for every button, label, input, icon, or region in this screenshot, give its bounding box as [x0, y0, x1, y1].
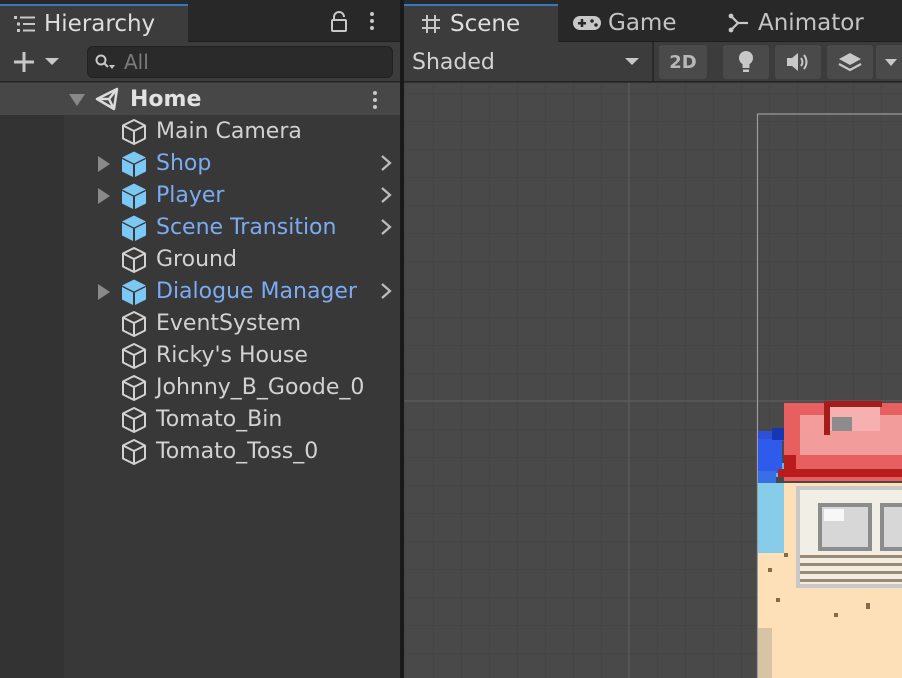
collapsed-arrow-icon[interactable] [97, 155, 111, 173]
dropdown-arrow-icon [45, 58, 59, 65]
house-sprite [758, 401, 902, 678]
hierarchy-item[interactable]: Shop [0, 147, 400, 179]
scene-name: Home [130, 86, 202, 112]
gameobject-cube-icon [122, 439, 146, 465]
hierarchy-item-label: Tomato_Bin [156, 406, 283, 432]
tab-hierarchy[interactable]: Hierarchy [0, 4, 188, 42]
hierarchy-tab-bar: Hierarchy [0, 0, 400, 42]
scene-tab-bar: Scene Game Animator [404, 0, 902, 42]
scene-toolbar: Shaded 2D [404, 42, 902, 82]
gameobject-cube-icon [122, 343, 146, 369]
hierarchy-item[interactable]: Johnny_B_Goode_0 [0, 371, 400, 403]
light-bulb-icon [739, 51, 753, 72]
grid-icon [418, 12, 444, 36]
tab-game-label: Game [608, 10, 677, 36]
collapsed-arrow-icon[interactable] [97, 283, 111, 301]
hierarchy-item-label: EventSystem [156, 310, 302, 336]
tab-game[interactable]: Game [572, 4, 712, 42]
hierarchy-item[interactable]: Player [0, 179, 400, 211]
chevron-right-icon[interactable] [380, 218, 392, 236]
search-icon [95, 54, 115, 69]
hierarchy-item[interactable]: Main Camera [0, 115, 400, 147]
scene-menu-icon[interactable] [373, 91, 377, 109]
hierarchy-item-label: Main Camera [156, 118, 302, 144]
tab-hierarchy-label: Hierarchy [44, 11, 156, 37]
shading-mode-dropdown[interactable]: Shaded [412, 46, 648, 78]
dropdown-arrow-icon [625, 58, 639, 65]
panel-menu-icon[interactable] [370, 12, 374, 30]
gamepad-icon [572, 11, 602, 35]
hierarchy-item[interactable]: Dialogue Manager [0, 275, 400, 307]
scene-header-row[interactable]: Home [0, 83, 400, 115]
toolbar-divider [652, 42, 654, 82]
shading-mode-value: Shaded [412, 49, 495, 75]
unity-scene-icon [95, 87, 119, 111]
scene-canvas[interactable] [404, 83, 902, 678]
hierarchy-item-label: Shop [156, 150, 212, 176]
lighting-toggle[interactable] [723, 45, 769, 79]
speaker-icon [787, 53, 808, 71]
scene-panel: Scene Game Animator Shaded 2D [404, 0, 902, 678]
gameobject-cube-icon [122, 247, 146, 273]
animator-icon [726, 11, 752, 35]
prefab-cube-icon [122, 279, 146, 305]
gameobject-cube-icon [122, 311, 146, 337]
hierarchy-item-label: Dialogue Manager [156, 278, 357, 304]
effects-dropdown[interactable] [876, 45, 902, 79]
lock-icon[interactable] [330, 11, 348, 37]
hierarchy-panel: Hierarchy All Home Main Camera Shop Play… [0, 0, 400, 678]
prefab-cube-icon [122, 151, 146, 177]
chevron-right-icon[interactable] [380, 186, 392, 204]
gameobject-cube-icon [122, 375, 146, 401]
hierarchy-item-label: Ground [156, 246, 237, 272]
scene-viewport[interactable] [404, 83, 902, 678]
gameobject-cube-icon [122, 119, 146, 145]
search-input[interactable] [124, 50, 374, 74]
hierarchy-item[interactable]: Tomato_Toss_0 [0, 435, 400, 467]
dropdown-arrow-icon [885, 58, 897, 66]
hierarchy-item[interactable]: Ricky's House [0, 339, 400, 371]
layers-icon [838, 53, 862, 72]
hierarchy-tree: Home Main Camera Shop Player Scene Transiti… [0, 83, 400, 678]
prefab-cube-icon [122, 183, 146, 209]
prefab-cube-icon [122, 215, 146, 241]
create-button[interactable] [12, 50, 60, 74]
search-field[interactable] [87, 46, 393, 78]
hierarchy-item[interactable]: Scene Transition [0, 211, 400, 243]
hierarchy-item-label: Player [156, 182, 225, 208]
chevron-right-icon[interactable] [380, 154, 392, 172]
hierarchy-toolbar [0, 42, 400, 82]
hierarchy-item-label: Tomato_Toss_0 [156, 438, 319, 464]
list-icon [12, 12, 38, 36]
hierarchy-item[interactable]: Ground [0, 243, 400, 275]
tab-scene-label: Scene [450, 11, 521, 37]
hierarchy-item[interactable]: Tomato_Bin [0, 403, 400, 435]
hierarchy-item-label: Scene Transition [156, 214, 337, 240]
expanded-arrow-icon[interactable] [68, 93, 86, 107]
chevron-right-icon[interactable] [380, 282, 392, 300]
tab-animator-label: Animator [758, 10, 864, 36]
toggle-2d-label: 2D [669, 51, 697, 73]
toggle-2d-button[interactable]: 2D [659, 45, 707, 79]
audio-toggle[interactable] [775, 45, 821, 79]
gameobject-cube-icon [122, 407, 146, 433]
effects-toggle[interactable] [827, 45, 873, 79]
hierarchy-item-label: Ricky's House [156, 342, 308, 368]
hierarchy-item[interactable]: EventSystem [0, 307, 400, 339]
collapsed-arrow-icon[interactable] [97, 187, 111, 205]
plus-icon [14, 52, 34, 72]
tab-scene[interactable]: Scene [404, 4, 558, 42]
tab-animator[interactable]: Animator [726, 4, 902, 42]
hierarchy-item-label: Johnny_B_Goode_0 [156, 374, 365, 400]
